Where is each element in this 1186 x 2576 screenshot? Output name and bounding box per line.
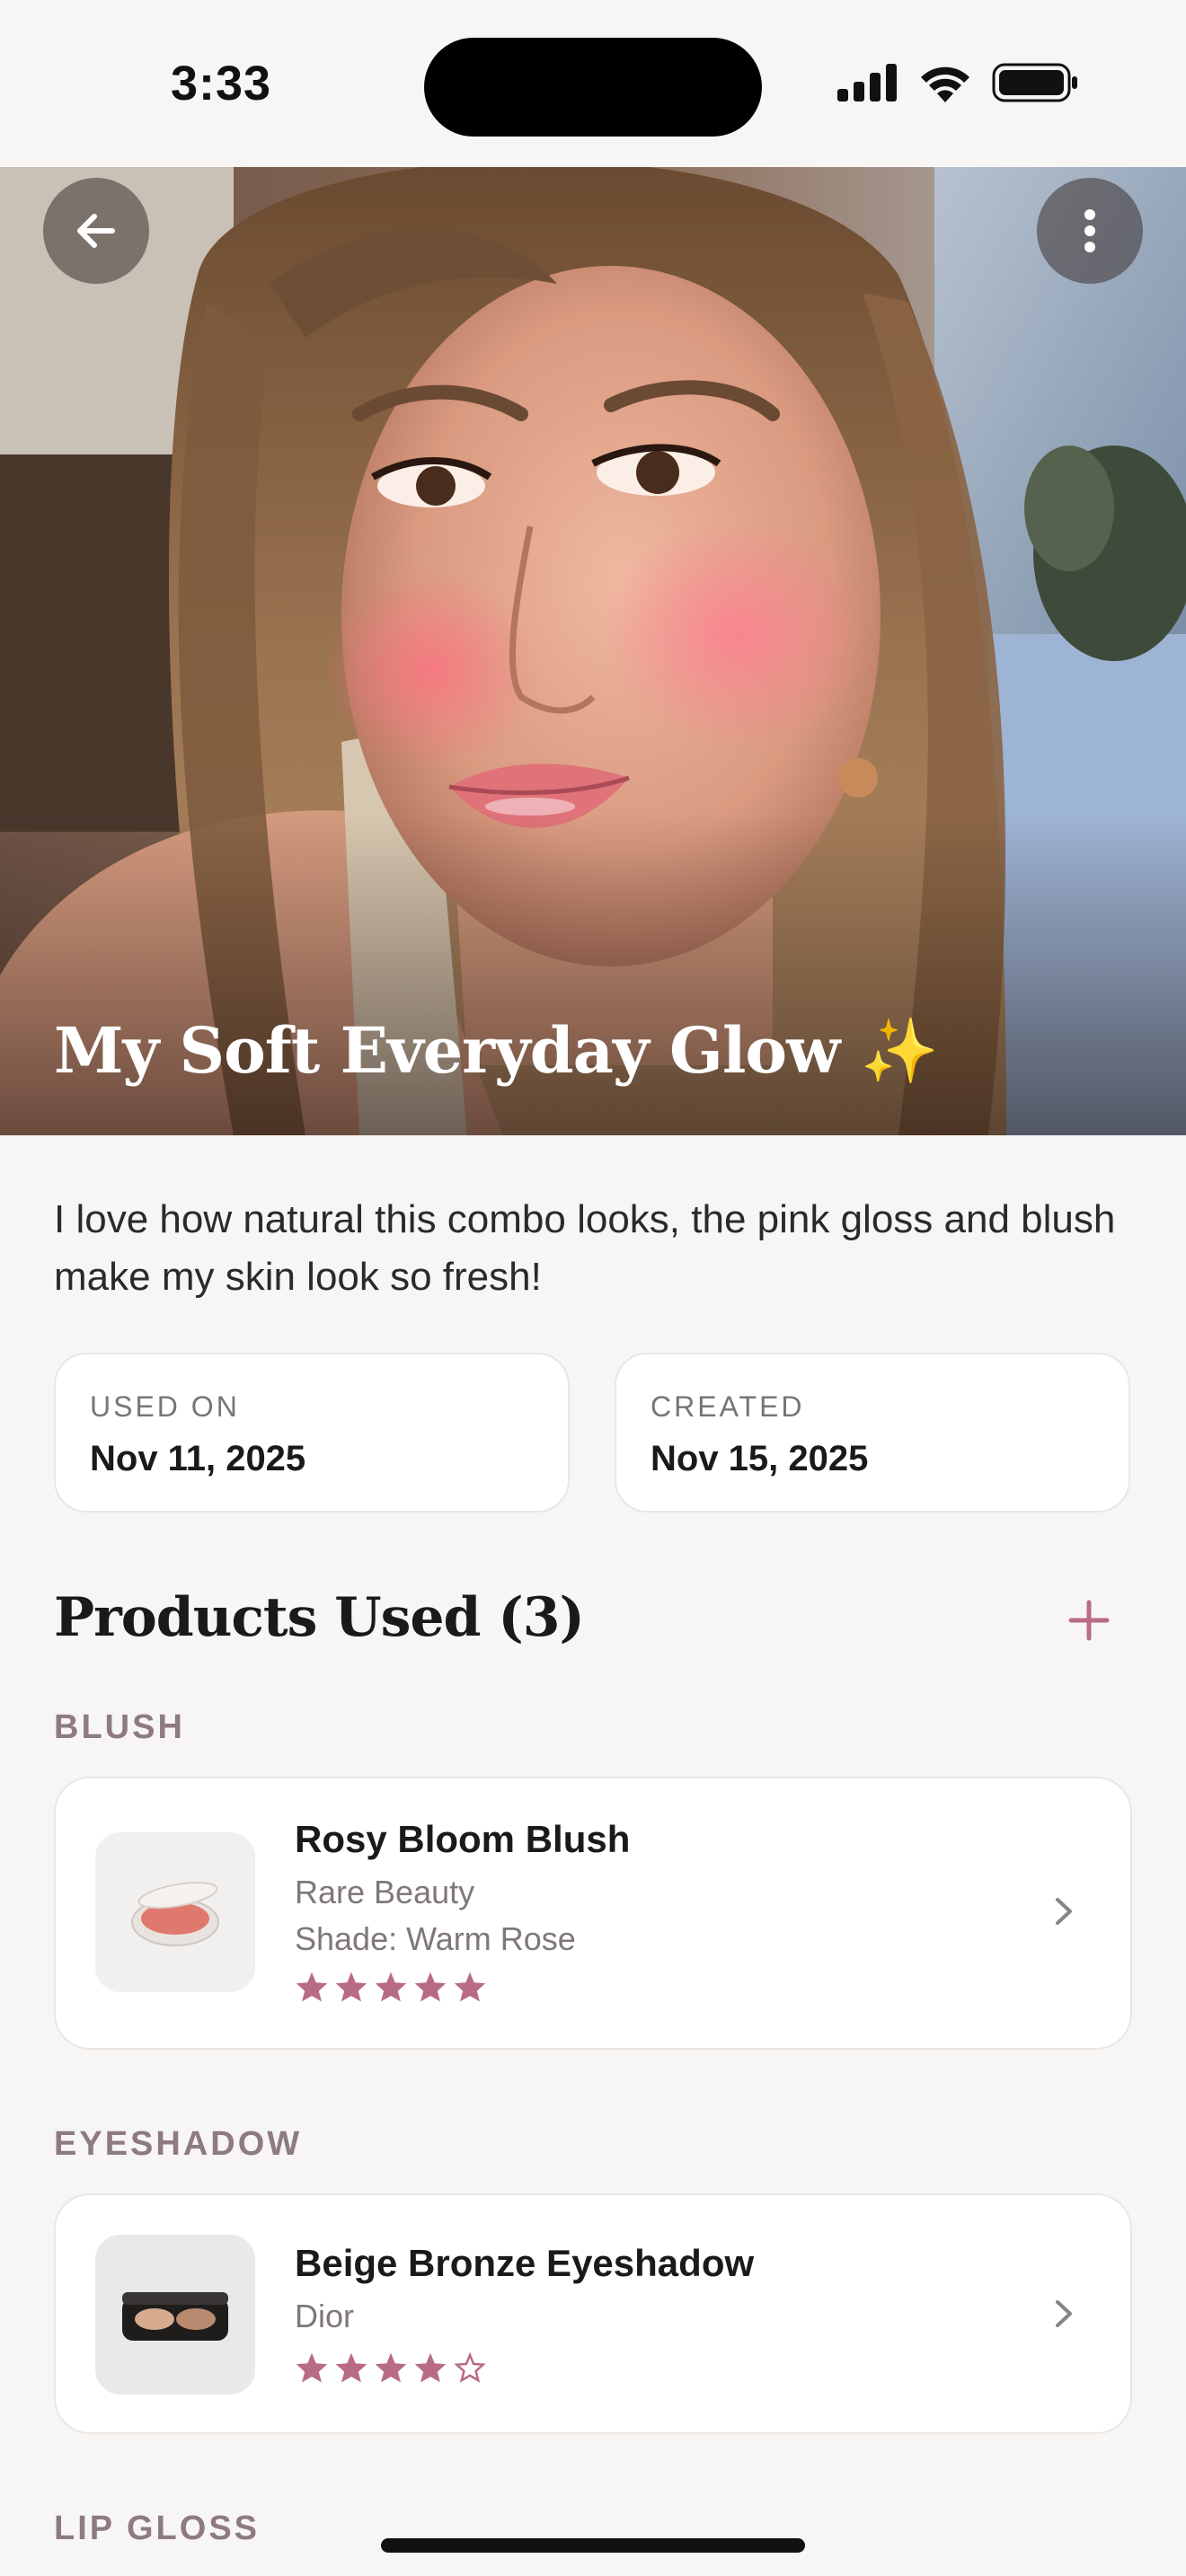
star-filled-icon bbox=[296, 2352, 328, 2383]
status-bar: 3:33 bbox=[0, 0, 1186, 167]
arrow-left-icon bbox=[77, 214, 115, 248]
add-product-button[interactable] bbox=[1057, 1588, 1121, 1653]
product-name: Beige Bronze Eyeshadow bbox=[295, 2242, 755, 2284]
product-thumbnail-blush bbox=[95, 1832, 255, 1992]
home-indicator[interactable] bbox=[381, 2538, 805, 2553]
star-filled-icon bbox=[414, 1972, 447, 2002]
dynamic-island bbox=[424, 38, 762, 137]
hero-image: My Soft Everyday Glow ✨ bbox=[0, 167, 1186, 1135]
used-on-card: USED ON Nov 11, 2025 bbox=[54, 1353, 570, 1513]
blush-compact-image bbox=[131, 1881, 219, 1946]
star-filled-icon bbox=[454, 1972, 486, 2002]
eyeshadow-palette-image bbox=[122, 2292, 228, 2341]
more-options-button[interactable] bbox=[1037, 178, 1143, 284]
product-brand: Dior bbox=[295, 2298, 355, 2334]
category-label-blush: BLUSH bbox=[54, 1708, 185, 1746]
more-vertical-icon bbox=[1084, 209, 1095, 252]
product-card-rosy-bloom-blush[interactable]: Rosy Bloom Blush Rare Beauty Shade: Warm… bbox=[54, 1777, 1132, 2050]
star-filled-icon bbox=[335, 2352, 367, 2383]
plus-icon bbox=[1068, 1600, 1110, 1641]
star-filled-icon bbox=[296, 1972, 328, 2002]
product-rating bbox=[295, 1971, 487, 2003]
status-time: 3:33 bbox=[171, 57, 272, 110]
created-card: CREATED Nov 15, 2025 bbox=[615, 1353, 1130, 1513]
product-thumbnail-eyeshadow bbox=[95, 2235, 255, 2395]
star-filled-icon bbox=[335, 1972, 367, 2002]
status-icons bbox=[837, 63, 1078, 102]
category-label-eyeshadow: EYESHADOW bbox=[54, 2125, 303, 2163]
star-outline-icon bbox=[454, 2351, 486, 2383]
used-on-value: Nov 11, 2025 bbox=[90, 1439, 306, 1478]
battery-icon bbox=[992, 63, 1077, 102]
product-shade: Shade: Warm Rose bbox=[295, 1920, 576, 1957]
category-label-lip-gloss: LIP GLOSS bbox=[54, 2510, 261, 2547]
chevron-right-icon bbox=[1046, 2296, 1082, 2332]
products-used-title: Products Used (3) bbox=[54, 1586, 585, 1649]
created-value: Nov 15, 2025 bbox=[651, 1439, 869, 1478]
look-description: I love how natural this combo looks, the… bbox=[54, 1197, 1116, 1299]
cellular-signal-icon bbox=[837, 64, 897, 101]
look-title: My Soft Everyday Glow ✨ bbox=[54, 1013, 939, 1088]
product-card-beige-bronze-eyeshadow[interactable]: Beige Bronze Eyeshadow Dior bbox=[54, 2193, 1132, 2434]
back-button[interactable] bbox=[43, 178, 149, 284]
star-filled-icon bbox=[414, 2352, 447, 2383]
created-label: CREATED bbox=[651, 1390, 805, 1423]
wifi-icon bbox=[921, 66, 969, 102]
star-filled-icon bbox=[375, 1972, 407, 2002]
product-rating bbox=[295, 2351, 487, 2384]
chevron-right-icon bbox=[1046, 1893, 1082, 1929]
star-filled-icon bbox=[375, 2352, 407, 2383]
product-brand: Rare Beauty bbox=[295, 1874, 475, 1910]
product-name: Rosy Bloom Blush bbox=[295, 1818, 631, 1860]
used-on-label: USED ON bbox=[90, 1390, 240, 1423]
